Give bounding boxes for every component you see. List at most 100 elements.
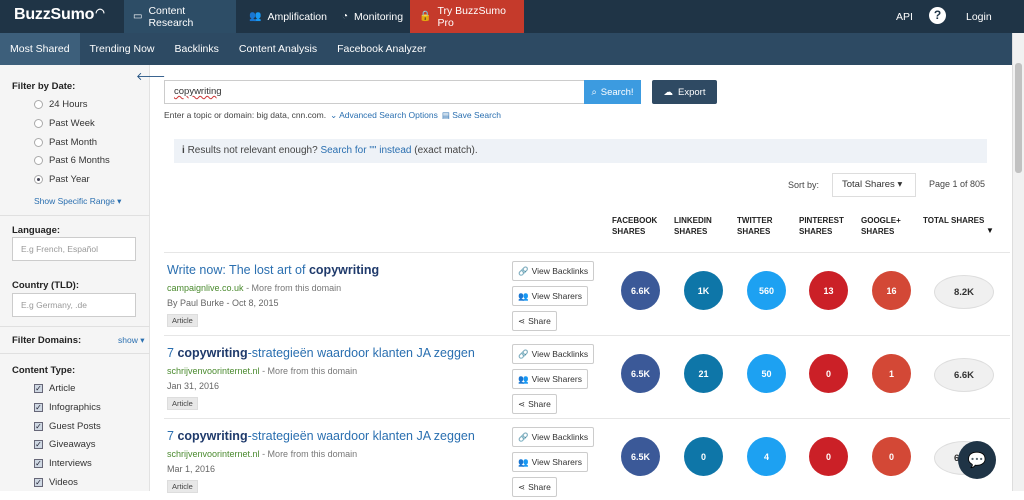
date-option-past-year[interactable]: Past Year bbox=[34, 174, 90, 185]
content-type-article[interactable]: ✓ Article bbox=[34, 383, 75, 394]
sort-select-value: Total Shares bbox=[842, 179, 895, 190]
col-twitter-shares[interactable]: TWITTER SHARES bbox=[737, 215, 773, 237]
sort-by-label: Sort by: bbox=[788, 180, 820, 190]
scrollbar-thumb[interactable] bbox=[1015, 63, 1022, 173]
view-backlinks-label: View Backlinks bbox=[531, 266, 589, 276]
checkbox-checked-icon: ✓ bbox=[34, 459, 43, 468]
date-option-24-hours[interactable]: 24 Hours bbox=[34, 99, 88, 110]
share-button[interactable]: ⋖ Share bbox=[512, 477, 557, 497]
content-type-label: Interviews bbox=[49, 458, 92, 469]
share-label: Share bbox=[528, 316, 551, 326]
content-type-giveaways[interactable]: ✓ Giveaways bbox=[34, 439, 95, 450]
show-specific-range-link[interactable]: Show Specific Range ▾ bbox=[34, 196, 121, 207]
col-total-shares[interactable]: TOTAL SHARES bbox=[923, 215, 984, 226]
tab-facebook-analyzer[interactable]: Facebook Analyzer bbox=[327, 33, 436, 65]
country-input[interactable]: E.g Germany, .de bbox=[12, 293, 136, 317]
chat-widget-button[interactable]: 💬 bbox=[958, 441, 996, 479]
result-domain-link[interactable]: schrijvenvoorinternet.nl bbox=[167, 449, 260, 459]
page-scrollbar[interactable] bbox=[1012, 33, 1024, 491]
facebook-shares-badge: 6.6K bbox=[621, 271, 660, 310]
view-sharers-button[interactable]: 👥 View Sharers bbox=[512, 286, 588, 306]
content-type-infographics[interactable]: ✓ Infographics bbox=[34, 402, 101, 413]
share-button[interactable]: ⋖ Share bbox=[512, 311, 557, 331]
page-info: Page 1 of 805 bbox=[929, 179, 986, 189]
result-domain-link[interactable]: campaignlive.co.uk bbox=[167, 283, 244, 293]
result-title-link[interactable]: 7 copywriting-strategieën waardoor klant… bbox=[167, 346, 475, 360]
result-title-link[interactable]: Write now: The lost art of copywriting bbox=[167, 263, 379, 277]
result-domain-link[interactable]: schrijvenvoorinternet.nl bbox=[167, 366, 260, 376]
view-sharers-button[interactable]: 👥 View Sharers bbox=[512, 452, 588, 472]
nav-login[interactable]: Login bbox=[957, 0, 1001, 33]
col-label-line2: SHARES bbox=[861, 227, 895, 236]
exact-match-link[interactable]: Search for "" instead bbox=[320, 145, 411, 156]
content-type-heading: Content Type: bbox=[12, 365, 76, 376]
share-button[interactable]: ⋖ Share bbox=[512, 394, 557, 414]
date-option-past-month[interactable]: Past Month bbox=[34, 137, 97, 148]
view-sharers-label: View Sharers bbox=[531, 291, 582, 301]
result-title-post: -strategieën waardoor klanten JA zeggen bbox=[247, 429, 475, 443]
more-from-domain-link[interactable]: - More from this domain bbox=[246, 283, 341, 293]
radio-icon bbox=[34, 100, 43, 109]
monitor-icon: ▭ bbox=[133, 11, 143, 22]
show-specific-range-label: Show Specific Range bbox=[34, 196, 115, 206]
search-button-label: Search! bbox=[600, 86, 634, 98]
nav-content-research[interactable]: ▭ Content Research bbox=[124, 0, 236, 33]
result-title-link[interactable]: 7 copywriting-strategieën waardoor klant… bbox=[167, 429, 475, 443]
sort-select[interactable]: Total Shares ▾ bbox=[832, 173, 916, 197]
users-icon: 👥 bbox=[518, 456, 529, 467]
language-input[interactable]: E.g French, Español bbox=[12, 237, 136, 261]
view-backlinks-button[interactable]: 🔗 View Backlinks bbox=[512, 427, 595, 447]
tab-backlinks[interactable]: Backlinks bbox=[165, 33, 229, 65]
content-type-guest-posts[interactable]: ✓ Guest Posts bbox=[34, 421, 101, 432]
date-option-past-week[interactable]: Past Week bbox=[34, 118, 95, 129]
nav-api[interactable]: API bbox=[887, 0, 922, 33]
date-option-past-6-months[interactable]: Past 6 Months bbox=[34, 155, 110, 166]
content-type-label: Infographics bbox=[49, 402, 101, 413]
language-heading: Language: bbox=[12, 225, 61, 236]
col-facebook-shares[interactable]: FACEBOOK SHARES bbox=[612, 215, 657, 237]
search-button[interactable]: ⌕ Search! bbox=[584, 80, 641, 104]
share-icon: ⋖ bbox=[518, 315, 526, 326]
nav-monitoring[interactable]: ◔ Monitoring bbox=[333, 0, 412, 33]
view-backlinks-button[interactable]: 🔗 View Backlinks bbox=[512, 344, 595, 364]
users-icon: 👥 bbox=[518, 290, 529, 301]
content-type-interviews[interactable]: ✓ Interviews bbox=[34, 458, 92, 469]
col-label-line1: PINTEREST bbox=[799, 216, 844, 225]
col-pinterest-shares[interactable]: PINTEREST SHARES bbox=[799, 215, 844, 237]
radio-icon bbox=[34, 138, 43, 147]
col-google-shares[interactable]: GOOGLE+ SHARES bbox=[861, 215, 901, 237]
view-backlinks-button[interactable]: 🔗 View Backlinks bbox=[512, 261, 595, 281]
nav-try-pro[interactable]: 🔒 Try BuzzSumo Pro bbox=[410, 0, 524, 33]
twitter-shares-badge: 560 bbox=[747, 271, 786, 310]
result-title-pre: 7 bbox=[167, 429, 178, 443]
content-type-label: Videos bbox=[49, 477, 78, 488]
advanced-search-link[interactable]: ⌄ Advanced Search Options bbox=[330, 110, 438, 121]
dashboard-icon: ◔ bbox=[342, 11, 349, 22]
content-type-videos[interactable]: ✓ Videos bbox=[34, 477, 78, 488]
radio-icon bbox=[34, 156, 43, 165]
result-title-pre: Write now: The lost art of bbox=[167, 263, 309, 277]
share-icon: ⋖ bbox=[518, 398, 526, 409]
tab-most-shared[interactable]: Most Shared bbox=[0, 33, 80, 65]
export-button[interactable]: ☁ Export bbox=[652, 80, 717, 104]
filter-domains-show-link[interactable]: show ▾ bbox=[118, 335, 144, 346]
tab-content-analysis[interactable]: Content Analysis bbox=[229, 33, 327, 65]
nav-amplification[interactable]: 👥 Amplification bbox=[240, 0, 336, 33]
help-icon[interactable]: ? bbox=[929, 7, 946, 24]
result-domain: schrijvenvoorinternet.nl - More from thi… bbox=[167, 366, 357, 376]
col-label-line1: FACEBOOK bbox=[612, 216, 658, 225]
checkbox-checked-icon: ✓ bbox=[34, 384, 43, 393]
sort-desc-icon: ▼ bbox=[986, 226, 994, 235]
tab-trending-now[interactable]: Trending Now bbox=[80, 33, 165, 65]
search-input-value: copywriting bbox=[174, 86, 222, 97]
divider bbox=[0, 326, 150, 327]
col-linkedin-shares[interactable]: LINKEDIN SHARES bbox=[674, 215, 712, 237]
buzzsumo-logo[interactable]: BuzzSumo◠ bbox=[14, 6, 105, 24]
collapse-arrow-icon[interactable]: 🡐 bbox=[136, 69, 166, 83]
export-button-label: Export bbox=[678, 86, 706, 98]
view-sharers-button[interactable]: 👥 View Sharers bbox=[512, 369, 588, 389]
more-from-domain-link[interactable]: - More from this domain bbox=[262, 449, 357, 459]
search-input[interactable]: copywriting bbox=[164, 80, 585, 104]
save-search-link[interactable]: ▤ Save Search bbox=[442, 110, 501, 121]
more-from-domain-link[interactable]: - More from this domain bbox=[262, 366, 357, 376]
